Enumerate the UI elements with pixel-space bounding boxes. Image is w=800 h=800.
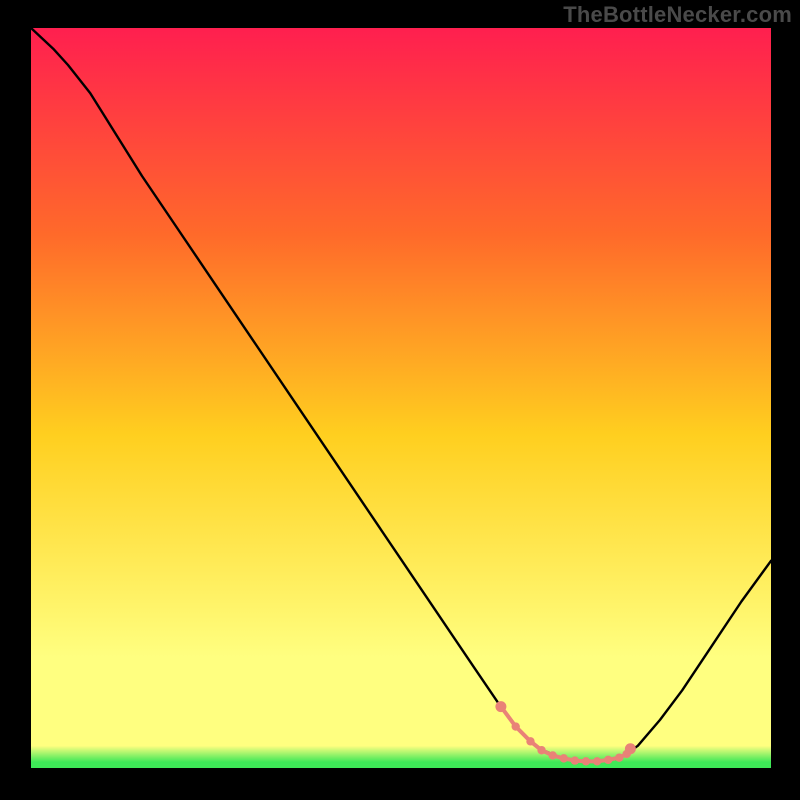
marker-dot	[549, 751, 557, 759]
marker-dot	[512, 722, 520, 730]
marker-dot	[495, 701, 506, 712]
marker-dot	[560, 754, 568, 762]
gradient-background	[31, 28, 771, 768]
marker-dot	[582, 757, 590, 765]
marker-dot	[625, 743, 636, 754]
chart-frame: TheBottleNecker.com	[0, 0, 800, 800]
bottleneck-curve-chart	[31, 28, 771, 768]
marker-dot	[537, 746, 545, 754]
marker-dot	[593, 757, 601, 765]
marker-dot	[526, 737, 534, 745]
marker-dot	[604, 756, 612, 764]
watermark-text: TheBottleNecker.com	[563, 2, 792, 28]
plot-area	[31, 28, 771, 768]
marker-dot	[615, 753, 623, 761]
marker-dot	[571, 756, 579, 764]
